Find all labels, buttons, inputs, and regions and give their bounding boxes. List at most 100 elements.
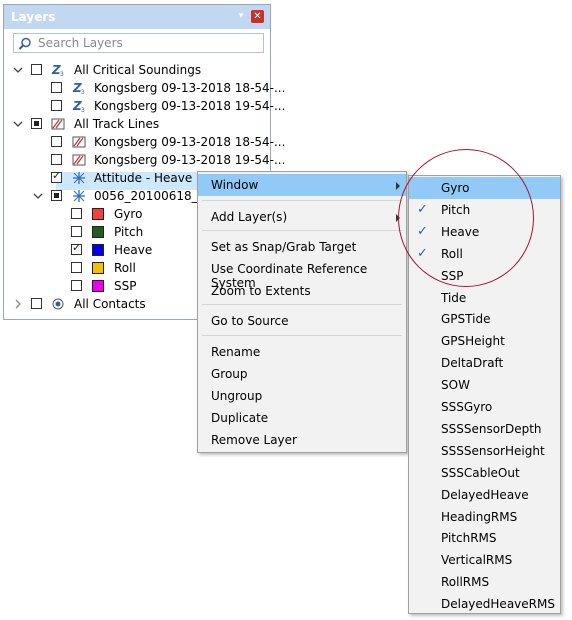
soundings-icon: Z3 [72, 81, 85, 95]
layer-label: Pitch [114, 225, 144, 239]
context-menu-item-duplicate[interactable]: Duplicate [198, 407, 406, 429]
menu-item-label: Add Layer(s) [211, 210, 288, 224]
submenu-item-label: GPSTide [441, 312, 491, 327]
chevron-down-icon[interactable] [33, 191, 43, 201]
layer-visibility-checkbox[interactable] [51, 100, 62, 111]
window-submenu-item-delayedheave[interactable]: DelayedHeave [409, 484, 560, 506]
layer-visibility-checkbox[interactable] [71, 262, 82, 273]
submenu-item-label: SSSGyro [441, 400, 493, 414]
pin-dropdown-icon[interactable]: ▾ [236, 11, 246, 21]
context-menu: Window Add Layer(s) Set as Snap/Grab Targe… [197, 171, 407, 453]
window-submenu-item-pitchrms[interactable]: PitchRMS [409, 527, 560, 549]
search-input[interactable] [38, 36, 258, 50]
window-submenu-item-ssssensordepth[interactable]: SSSSensorDepth [409, 418, 560, 440]
layer-visibility-checkbox[interactable] [51, 190, 62, 201]
menu-item-label: Go to Source [211, 314, 289, 328]
window-submenu-item-tide[interactable]: Tide [409, 287, 560, 309]
window-submenu-item-sssgyro[interactable]: SSSGyro [409, 396, 560, 418]
color-swatch[interactable] [92, 226, 104, 238]
window-submenu-item-headingrms[interactable]: HeadingRMS [409, 506, 560, 528]
menu-item-label: Group [211, 367, 248, 381]
chevron-down-icon[interactable] [13, 65, 23, 75]
window-submenu-item-ssscableout[interactable]: SSSCableOut [409, 462, 560, 484]
layer-tree-row[interactable]: Kongsberg 09-13-2018 19-54-... [4, 151, 285, 169]
layer-label: SSP [114, 279, 137, 293]
submenu-item-label: DelayedHeave [441, 487, 529, 502]
window-submenu-item-ssssensorheight[interactable]: SSSSensorHeight [409, 440, 560, 462]
menu-item-label: Ungroup [211, 389, 263, 403]
layer-visibility-checkbox[interactable] [31, 118, 42, 129]
layer-tree-row[interactable]: Z 3 All Critical Soundings [4, 61, 270, 79]
layer-label: All Critical Soundings [74, 63, 202, 77]
layer-tree-row[interactable]: Kongsberg 09-13-2018 18-54-... [4, 133, 285, 151]
context-menu-item-add-layer-s[interactable]: Add Layer(s) [198, 206, 406, 228]
svg-text:3: 3 [81, 107, 85, 113]
window-submenu-item-delayedheaverms[interactable]: DelayedHeaveRMS [409, 593, 560, 615]
submenu-arrow-icon [396, 182, 400, 190]
window-submenu-item-rollrms[interactable]: RollRMS [409, 571, 560, 593]
layer-label: Roll [114, 261, 136, 275]
color-swatch[interactable] [92, 262, 104, 274]
submenu-item-label: RollRMS [441, 575, 490, 590]
context-menu-item-group[interactable]: Group [198, 363, 406, 385]
context-menu-item-set-as-snap-grab-target[interactable]: Set as Snap/Grab Target [198, 236, 406, 258]
context-menu-item-window[interactable]: Window [198, 174, 406, 196]
chevron-down-icon[interactable] [13, 119, 23, 129]
submenu-item-label: GPSHeight [441, 334, 505, 349]
close-panel-button[interactable]: ✕ [251, 10, 264, 23]
menu-item-label: Duplicate [211, 411, 269, 425]
layer-label: All Track Lines [74, 117, 160, 131]
submenu-item-label: DelayedHeaveRMS [441, 597, 555, 612]
layer-visibility-checkbox[interactable] [71, 208, 82, 219]
layer-visibility-checkbox[interactable] [31, 298, 42, 309]
svg-text:3: 3 [81, 89, 85, 95]
window-submenu-item-sow[interactable]: SOW [409, 374, 560, 396]
panel-titlebar: Layers ▾ ✕ [4, 5, 270, 29]
svg-text:3: 3 [60, 71, 64, 77]
window-submenu-item-deltadraft[interactable]: DeltaDraft [409, 352, 560, 374]
layer-tree-row[interactable]: All Track Lines [4, 115, 270, 133]
color-swatch[interactable] [92, 280, 104, 292]
layer-visibility-checkbox[interactable] [71, 226, 82, 237]
layer-visibility-checkbox[interactable] [51, 82, 62, 93]
submenu-item-label: Tide [441, 290, 467, 305]
color-swatch[interactable] [92, 244, 104, 256]
context-menu-item-use-coordinate-reference-system[interactable]: Use Coordinate Reference System [198, 258, 406, 290]
window-submenu-item-gpsheight[interactable]: GPSHeight [409, 330, 560, 352]
submenu-item-label: VerticalRMS [441, 553, 513, 568]
layer-label: All Contacts [74, 297, 146, 311]
soundings-icon: Z3 [51, 63, 64, 77]
submenu-item-label: DeltaDraft [441, 356, 504, 371]
context-menu-item-rename[interactable]: Rename [198, 341, 406, 363]
layer-visibility-checkbox[interactable] [51, 169, 62, 183]
layer-tree-row[interactable]: Z 3 Kongsberg 09-13-2018 18-54-... [4, 79, 285, 97]
track-lines-icon [51, 118, 65, 130]
window-submenu-item-verticalrms[interactable]: VerticalRMS [409, 549, 560, 571]
layer-visibility-checkbox[interactable] [51, 154, 62, 165]
layer-visibility-checkbox[interactable] [71, 241, 82, 255]
submenu-item-label: HeadingRMS [441, 509, 518, 524]
menu-item-label: Set as Snap/Grab Target [211, 240, 357, 254]
submenu-item-label: SOW [441, 378, 470, 393]
context-menu-item-remove-layer[interactable]: Remove Layer [198, 429, 406, 451]
chevron-right-icon[interactable] [13, 299, 23, 309]
layer-visibility-checkbox[interactable] [51, 136, 62, 147]
layer-label: Attitude - Heave [94, 171, 193, 185]
menu-item-label: Rename [211, 345, 261, 359]
layer-tree-row[interactable]: Z 3 Kongsberg 09-13-2018 19-54-... [4, 97, 285, 115]
layer-visibility-checkbox[interactable] [31, 64, 42, 75]
color-swatch[interactable] [92, 208, 104, 220]
submenu-item-label: SSSSensorDepth [441, 421, 542, 436]
track-lines-icon [72, 154, 86, 166]
context-menu-item-zoom-to-extents[interactable]: Zoom to Extents [198, 280, 406, 302]
context-menu-item-go-to-source[interactable]: Go to Source [198, 310, 406, 332]
annotation-circle [398, 149, 534, 287]
layer-visibility-checkbox[interactable] [71, 280, 82, 291]
context-menu-item-ungroup[interactable]: Ungroup [198, 385, 406, 407]
menu-separator [202, 230, 402, 231]
menu-item-label: Zoom to Extents [211, 284, 311, 298]
layer-label: Kongsberg 09-13-2018 19-54-... [94, 153, 286, 167]
layer-label: Kongsberg 09-13-2018 19-54-... [94, 99, 286, 113]
window-submenu-item-gpstide[interactable]: GPSTide [409, 308, 560, 330]
search-box[interactable] [13, 33, 264, 53]
